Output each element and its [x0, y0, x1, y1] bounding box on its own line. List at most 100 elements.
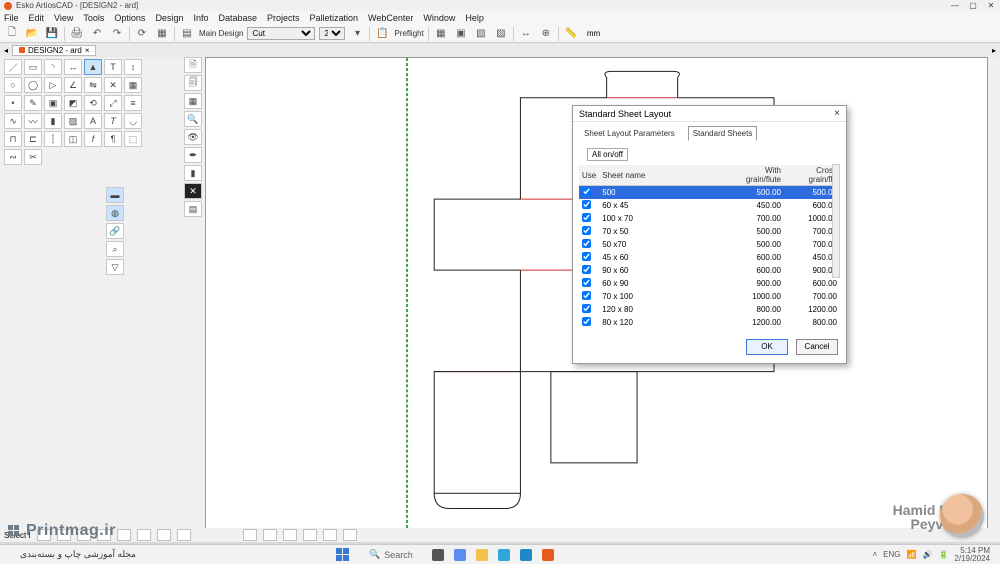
- use-checkbox[interactable]: [582, 317, 591, 326]
- hatchv-icon[interactable]: ▤: [184, 201, 202, 217]
- dim-tool-icon[interactable]: ↕: [124, 59, 142, 75]
- use-checkbox[interactable]: [582, 252, 591, 261]
- document-tab[interactable]: DESIGN2 - ard ×: [12, 45, 96, 56]
- ruler-icon[interactable]: 📏: [563, 26, 579, 42]
- table-row[interactable]: 70 x 1001000.00700.00: [579, 290, 840, 303]
- para-tool-icon[interactable]: ¶: [104, 131, 122, 147]
- sb-btn8[interactable]: [177, 529, 191, 541]
- use-checkbox[interactable]: [582, 226, 591, 235]
- spline-tool-icon[interactable]: ∾: [4, 149, 22, 165]
- pick-tool-icon[interactable]: ⌕: [106, 241, 124, 257]
- cross-icon[interactable]: ✕: [184, 183, 202, 199]
- layer-select[interactable]: Cut: [247, 27, 315, 40]
- cancel-button[interactable]: Cancel: [796, 339, 838, 355]
- table-row[interactable]: 90 x 60600.00900.00: [579, 264, 840, 277]
- tab-tool-icon[interactable]: ⊓: [4, 131, 22, 147]
- drawing-canvas[interactable]: Standard Sheet Layout × Sheet Layout Par…: [205, 57, 988, 534]
- menu-options[interactable]: Options: [114, 13, 145, 23]
- scale-tool-icon[interactable]: ⤢: [104, 95, 122, 111]
- tab-prev-icon[interactable]: ◂: [4, 46, 8, 55]
- menu-file[interactable]: File: [4, 13, 19, 23]
- sb-btn10[interactable]: [263, 529, 277, 541]
- tray-lang-icon[interactable]: ENG: [883, 550, 900, 559]
- minimize-button[interactable]: —: [950, 1, 960, 10]
- table-row[interactable]: 70 x 50500.00700.00: [579, 225, 840, 238]
- use-checkbox[interactable]: [582, 239, 591, 248]
- select-tool-icon[interactable]: ▲: [84, 59, 102, 75]
- print-icon[interactable]: 🖨: [69, 26, 85, 42]
- corner-tool-icon[interactable]: ◩: [64, 95, 82, 111]
- sb-btn11[interactable]: [283, 529, 297, 541]
- explorer-icon[interactable]: [476, 549, 488, 561]
- italic-tool-icon[interactable]: T: [104, 113, 122, 129]
- move-tool-icon[interactable]: ↔: [64, 59, 82, 75]
- color1-tool-icon[interactable]: ▬: [106, 187, 124, 203]
- bezier-tool-icon[interactable]: 〰: [24, 113, 42, 129]
- curve-tool-icon[interactable]: ∿: [4, 113, 22, 129]
- use-checkbox[interactable]: [582, 291, 591, 300]
- smallgrid-icon[interactable]: ▦: [184, 93, 202, 109]
- round-tool-icon[interactable]: ◍: [106, 205, 124, 221]
- brush-icon[interactable]: ✒: [184, 147, 202, 163]
- preflight-icon[interactable]: 📋: [374, 26, 390, 42]
- grid3-icon[interactable]: ▧: [473, 26, 489, 42]
- textit-tool-icon[interactable]: f: [84, 131, 102, 147]
- doc1-icon[interactable]: 🗎: [184, 57, 202, 73]
- arc-tool-icon[interactable]: ◝: [44, 59, 62, 75]
- sb-btn9[interactable]: [243, 529, 257, 541]
- redo-icon[interactable]: ↷: [109, 26, 125, 42]
- rotate-tool-icon[interactable]: ⟲: [84, 95, 102, 111]
- tab-next-icon[interactable]: ▸: [992, 46, 996, 55]
- sb-btn14[interactable]: [343, 529, 357, 541]
- store-icon[interactable]: [520, 549, 532, 561]
- taskview-icon[interactable]: [432, 549, 444, 561]
- table-row[interactable]: 50 x70500.00700.00: [579, 238, 840, 251]
- menu-projects[interactable]: Projects: [267, 13, 300, 23]
- sb-btn6[interactable]: [137, 529, 151, 541]
- use-checkbox[interactable]: [582, 213, 591, 222]
- menu-window[interactable]: Window: [423, 13, 455, 23]
- menu-edit[interactable]: Edit: [29, 13, 45, 23]
- save-icon[interactable]: 💾: [44, 26, 60, 42]
- hatch-tool-icon[interactable]: ▨: [64, 113, 82, 129]
- tab-sheet-layout-parameters[interactable]: Sheet Layout Parameters: [579, 126, 680, 141]
- menu-view[interactable]: View: [54, 13, 73, 23]
- box-tool-icon[interactable]: ▣: [44, 95, 62, 111]
- use-checkbox[interactable]: [582, 278, 591, 287]
- ellipse-tool-icon[interactable]: ◯: [24, 77, 42, 93]
- misc1-tool-icon[interactable]: ⬚: [124, 131, 142, 147]
- table-row[interactable]: 80 x 1201200.00800.00: [579, 316, 840, 329]
- tray-chevron-icon[interactable]: ˄: [872, 550, 877, 559]
- table-row[interactable]: 60 x 90900.00600.00: [579, 277, 840, 290]
- circle-tool-icon[interactable]: ○: [4, 77, 22, 93]
- menu-webcenter[interactable]: WebCenter: [368, 13, 413, 23]
- app-running-icon[interactable]: [542, 549, 554, 561]
- table-scrollbar[interactable]: [832, 164, 840, 278]
- menu-database[interactable]: Database: [218, 13, 257, 23]
- table-row[interactable]: 45 x 60600.00450.00: [579, 251, 840, 264]
- sb-btn13[interactable]: [323, 529, 337, 541]
- grid4-icon[interactable]: ▨: [493, 26, 509, 42]
- menu-info[interactable]: Info: [193, 13, 208, 23]
- dim1-icon[interactable]: ↔: [518, 26, 534, 42]
- dialog-close-icon[interactable]: ×: [834, 108, 840, 119]
- sb-btn5[interactable]: [117, 529, 131, 541]
- dim2-icon[interactable]: ⊕: [538, 26, 554, 42]
- perf-tool-icon[interactable]: ┆: [44, 131, 62, 147]
- doc2-icon[interactable]: 🗐: [184, 75, 202, 91]
- delete-tool-icon[interactable]: ✕: [104, 77, 122, 93]
- table-row[interactable]: 60 x 45450.00600.00: [579, 199, 840, 212]
- table-row[interactable]: 120 x 80800.001200.00: [579, 303, 840, 316]
- table-row[interactable]: 500500.00500.00: [579, 186, 840, 200]
- start-button[interactable]: [336, 548, 350, 562]
- menu-palletization[interactable]: Palletization: [310, 13, 359, 23]
- angle-tool-icon[interactable]: ∠: [64, 77, 82, 93]
- grid-tool-icon[interactable]: ▦: [124, 77, 142, 93]
- dropdown-icon[interactable]: ▾: [349, 26, 365, 42]
- barv-icon[interactable]: ▮: [184, 165, 202, 181]
- tray-volume-icon[interactable]: 🔊: [922, 550, 932, 559]
- col-with[interactable]: With grain/flute: [728, 165, 784, 186]
- use-checkbox[interactable]: [582, 304, 591, 313]
- menu-design[interactable]: Design: [155, 13, 183, 23]
- menu-tools[interactable]: Tools: [83, 13, 104, 23]
